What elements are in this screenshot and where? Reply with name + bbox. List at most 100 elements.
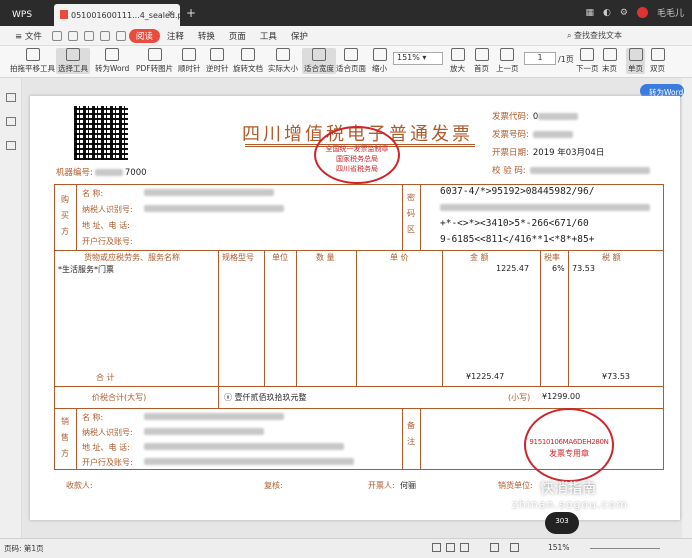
fit-width-button[interactable]: 适合宽度 [302, 48, 336, 74]
fit-width-icon [312, 48, 326, 61]
grid-icon[interactable]: ▦ [586, 8, 595, 18]
seal1-line3: 四川省税务局 [336, 165, 378, 173]
col-divider-unit [264, 250, 265, 386]
seller-bank-label: 开户行及账号: [82, 458, 133, 467]
last-page-button[interactable]: 末页 [602, 48, 617, 74]
rotate-ccw-icon [210, 48, 225, 61]
total-tax: ¥73.53 [602, 372, 630, 381]
double-page-icon [650, 48, 665, 61]
annotation-icon[interactable] [5, 141, 16, 150]
to-word-button[interactable]: 转为Word [95, 48, 129, 74]
col-divider-amount [442, 250, 443, 386]
redo-icon[interactable] [115, 30, 126, 41]
double-page-button[interactable]: 双页 [650, 48, 665, 74]
invoice-code: 发票代码: 0 [492, 110, 579, 122]
first-page-label: 首页 [474, 64, 489, 73]
username[interactable]: 毛毛儿 [657, 6, 684, 19]
sum-small-label: (小写) [508, 393, 531, 402]
zoom-value: 151% [397, 53, 420, 62]
supervision-seal: 全国统一发票监制章 国家税务总局 四川省税务局 [314, 126, 400, 184]
first-page-button[interactable]: 首页 [474, 48, 489, 74]
rotate-cw-button[interactable]: 顺时针 [178, 48, 201, 74]
seller-address-label: 地 址、电 话: [82, 443, 130, 452]
single-page-label: 单页 [628, 64, 643, 73]
open-icon[interactable] [51, 30, 62, 41]
pdf-to-image-label: PDF转图片 [136, 64, 174, 73]
col-divider-tax [568, 250, 569, 386]
prev-page-button[interactable]: 上一页 [496, 48, 519, 74]
hand-tool-button[interactable]: 拍拖平移工具 [10, 48, 55, 74]
buyer-name-label: 名 称: [82, 189, 104, 198]
status-zoom: 151% [548, 543, 570, 552]
eye-icon[interactable] [510, 543, 519, 552]
qr-code [74, 106, 128, 160]
tab-page[interactable]: 页面 [222, 30, 253, 42]
zoom-slider[interactable] [590, 548, 660, 549]
tab-annotate[interactable]: 注释 [160, 30, 191, 42]
invoice-date-value: 2019 年03月04日 [532, 148, 605, 158]
view-double-icon[interactable] [446, 543, 455, 552]
page-number-input[interactable]: 1 [524, 52, 556, 65]
buyer-taxid-value [144, 204, 284, 213]
actual-size-label: 实际大小 [268, 64, 298, 73]
to-word-label: 转为Word [95, 64, 130, 73]
zoom-in-label: 放大 [450, 64, 465, 73]
invoice-date: 开票日期: 2019 年03月04日 [492, 146, 604, 158]
zoom-out-label: 缩小 [372, 64, 387, 73]
rotate-doc-button[interactable]: 旋转文档 [233, 48, 263, 74]
skin-icon[interactable]: ◐ [603, 8, 611, 18]
pdf-to-image-button[interactable]: PDF转图片 [136, 48, 173, 74]
outline-icon[interactable] [5, 93, 16, 102]
invoice-date-label: 开票日期: [492, 148, 529, 158]
next-page-button[interactable]: 下一页 [576, 48, 599, 74]
next-page-icon [580, 48, 595, 61]
single-page-button[interactable]: 单页 [626, 48, 645, 74]
thumbnail-icon[interactable] [5, 117, 16, 126]
seller-sign-label: 销货单位: [498, 481, 533, 490]
col-tax-header: 税 额 [602, 253, 621, 262]
fullscreen-icon[interactable] [490, 543, 499, 552]
close-tab-icon[interactable]: ✕ [167, 9, 174, 18]
zoom-out-button[interactable]: 缩小 [372, 48, 387, 74]
fit-page-button[interactable]: 适合页面 [336, 48, 366, 74]
zoom-in-button[interactable]: 放大 [450, 48, 465, 74]
buyer-heading: 购买方 [61, 195, 69, 236]
invoice-number-label: 发票号码: [492, 130, 529, 140]
wps-home-tab[interactable]: WPS [4, 4, 52, 26]
word-icon [105, 48, 120, 61]
remark-divider-right [420, 408, 421, 470]
zoom-in-icon [450, 48, 465, 61]
seal1-line1: 全国统一发票监制章 [325, 145, 389, 153]
avatar[interactable] [636, 7, 648, 18]
remark-heading: 备注 [407, 421, 415, 446]
invoice-number: 发票号码: [492, 128, 573, 140]
view-single-icon[interactable] [432, 543, 441, 552]
search-label: 查找查找文本 [574, 31, 622, 40]
document-tab[interactable]: 051001600111...4_sealed.pdf ✕ [54, 4, 180, 26]
print-icon[interactable] [83, 30, 94, 41]
tab-protect[interactable]: 保护 [284, 30, 315, 42]
col-goods-header: 货物或应税劳务、服务名称 [84, 253, 180, 262]
actual-size-button[interactable]: 实际大小 [268, 48, 298, 74]
tab-read[interactable]: 阅读 [128, 28, 160, 43]
cipher-divider-left [402, 184, 403, 250]
check-code-label: 校 验 码: [492, 166, 526, 176]
select-tool-button[interactable]: 选择工具 [56, 48, 90, 74]
seal2-taxid: 91510106MA6DEH280N [529, 438, 609, 446]
drawer-value: 何骊 [400, 481, 416, 490]
search-box[interactable]: ⌕ 查找查找文本 [567, 30, 622, 41]
rotate-cw-label: 顺时针 [178, 64, 201, 73]
file-menu[interactable]: ≡ 文件 [8, 30, 49, 42]
view-continuous-icon[interactable] [460, 543, 469, 552]
seal2-title: 发票专用章 [549, 449, 589, 458]
rotate-ccw-label: 逆时针 [206, 64, 229, 73]
zoom-select[interactable]: 151% ▾ [393, 52, 443, 65]
rotate-ccw-button[interactable]: 逆时针 [206, 48, 229, 74]
settings-icon[interactable]: ⚙ [620, 8, 628, 18]
seal1-line2: 国家税务总局 [336, 155, 378, 163]
tab-convert[interactable]: 转换 [191, 30, 222, 42]
tab-tools[interactable]: 工具 [253, 30, 284, 42]
undo-icon[interactable] [99, 30, 110, 41]
save-icon[interactable] [67, 30, 78, 41]
new-tab-button[interactable]: + [186, 6, 196, 20]
